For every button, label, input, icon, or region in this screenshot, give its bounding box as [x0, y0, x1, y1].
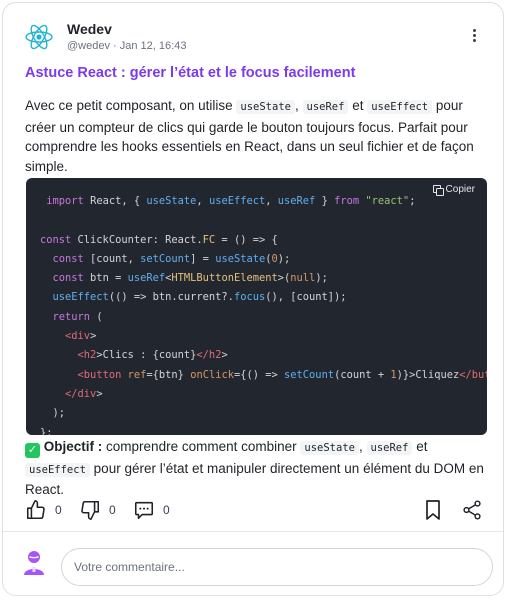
thumbs-down-icon — [81, 500, 100, 520]
objective-label: Objectif : — [43, 439, 103, 454]
more-vertical-icon[interactable] — [469, 29, 479, 45]
post-header: Wedev @wedev · Jan 12, 16:43 — [23, 17, 483, 57]
like-button[interactable]: 0 — [25, 499, 62, 521]
share-button[interactable] — [461, 499, 483, 521]
inline-code: useState — [300, 441, 359, 455]
comment-button[interactable]: 0 — [133, 499, 170, 521]
author-name[interactable]: Wedev — [67, 21, 112, 37]
comment-input[interactable] — [61, 548, 493, 586]
share-icon — [463, 500, 481, 520]
dislike-button[interactable]: 0 — [79, 499, 116, 521]
code-block: Copier import React, { useState, useEffe… — [26, 178, 487, 435]
code-content: import React, { useState, useEffect, use… — [40, 195, 487, 435]
like-count: 0 — [55, 503, 62, 517]
inline-code: useRef — [302, 100, 349, 114]
inline-code: useRef — [366, 441, 413, 455]
bookmark-button[interactable] — [423, 499, 443, 521]
inline-code: useEffect — [367, 100, 433, 114]
divider — [3, 531, 503, 532]
post-card: Wedev @wedev · Jan 12, 16:43 Astuce Reac… — [2, 2, 504, 596]
objective-body: et — [416, 439, 428, 454]
post-description: Avec ce petit composant, on utilise useS… — [25, 96, 487, 176]
react-logo-icon[interactable] — [23, 21, 55, 53]
post-actions: 0 0 0 — [25, 499, 483, 525]
post-title[interactable]: Astuce React : gérer l’état et le focus … — [25, 65, 355, 81]
check-icon: ✓ — [25, 443, 40, 458]
thumbs-up-icon — [26, 500, 45, 520]
inline-code: useEffect — [25, 462, 90, 477]
comment-icon — [134, 501, 154, 520]
desc-separator: , — [294, 98, 299, 113]
comment-count: 0 — [163, 503, 170, 517]
desc-text: Avec ce petit composant, on utilise — [25, 98, 233, 113]
objective-text: ✓ Objectif : comprendre comment combiner… — [25, 437, 491, 500]
desc-text: et — [352, 98, 364, 113]
post-date: Jan 12, 16:43 — [119, 40, 187, 52]
objective-separator: , — [358, 439, 363, 454]
bookmark-icon — [426, 500, 440, 520]
user-avatar-icon — [24, 551, 44, 575]
meta-separator: · — [113, 40, 120, 52]
post-meta: @wedev · Jan 12, 16:43 — [67, 40, 186, 52]
inline-code: useState — [236, 100, 295, 114]
author-handle: @wedev — [67, 40, 110, 52]
dislike-count: 0 — [109, 503, 116, 517]
objective-body: comprendre comment combiner — [106, 439, 297, 454]
objective-body: pour gérer l’état et manipuler directeme… — [25, 460, 484, 498]
